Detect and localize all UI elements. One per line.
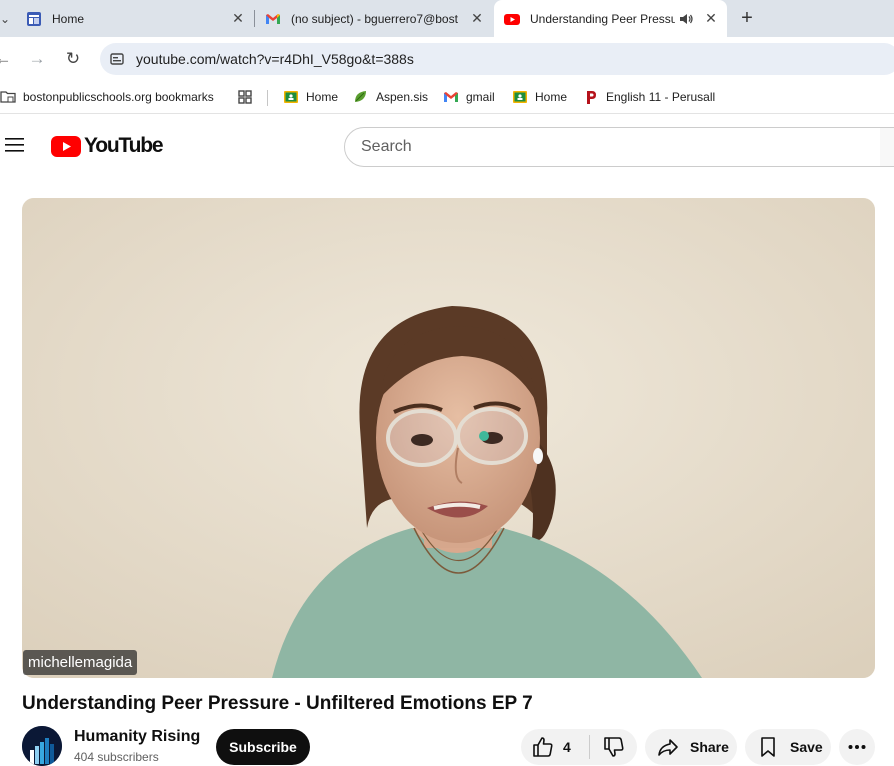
- tab-close-icon[interactable]: ✕: [469, 10, 485, 27]
- bookmark-home-2[interactable]: Home: [512, 89, 567, 105]
- aspen-leaf-icon: [355, 91, 366, 102]
- forward-arrow-icon[interactable]: →: [26, 48, 48, 70]
- browser-toolbar: ← → ↻ youtube.com/watch?v=r4DhI_V58go&t=…: [0, 37, 894, 81]
- dislike-button[interactable]: [590, 735, 626, 759]
- new-tab-plus-icon[interactable]: +: [736, 7, 758, 29]
- participant-name-overlay: michellemagida: [23, 650, 138, 675]
- youtube-wordmark: YouTube: [84, 134, 164, 157]
- channel-name[interactable]: Humanity Rising: [74, 728, 200, 746]
- share-button[interactable]: Share: [645, 729, 737, 765]
- apps-grid-icon[interactable]: [237, 89, 260, 105]
- classroom-icon: [284, 91, 298, 103]
- bookmark-label: Aspen.sis: [376, 90, 429, 104]
- classroom-icon: [513, 91, 527, 103]
- bookmark-separator: [267, 90, 268, 106]
- humanity-rising-logo-icon: [22, 726, 62, 766]
- bookmark-gmail[interactable]: gmail: [443, 89, 495, 105]
- address-bar[interactable]: youtube.com/watch?v=r4DhI_V58go&t=388s: [100, 43, 894, 75]
- tab-strip: ⌄ Home ✕ (no subject) - bguerrero7@bost …: [0, 0, 894, 37]
- subscriber-count: 404 subscribers: [74, 750, 159, 764]
- bookmark-save-icon: [761, 737, 775, 757]
- tab-gmail[interactable]: (no subject) - bguerrero7@bost ✕: [265, 0, 485, 37]
- url-text: youtube.com/watch?v=r4DhI_V58go&t=388s: [136, 51, 414, 67]
- youtube-header: YouTube: [0, 118, 894, 174]
- video-player[interactable]: [22, 198, 875, 678]
- speaker-icon[interactable]: [679, 12, 693, 26]
- share-label: Share: [690, 739, 729, 755]
- search-box[interactable]: [344, 127, 881, 167]
- bookmarks-bar: bostonpublicschools.org bookmarks Home A…: [0, 81, 894, 114]
- thumbs-down-icon: [604, 737, 624, 757]
- apps-icon: [238, 90, 252, 104]
- youtube-icon: [504, 13, 520, 25]
- reload-icon[interactable]: ↻: [62, 48, 84, 70]
- gmail-icon: [444, 92, 458, 102]
- google-sites-icon: [27, 11, 41, 26]
- subscribe-button[interactable]: Subscribe: [216, 729, 310, 765]
- bookmark-label: Home: [306, 90, 339, 104]
- bookmark-aspen[interactable]: Aspen.sis: [353, 89, 428, 105]
- like-dislike-group: 4: [521, 729, 637, 765]
- youtube-play-logo-icon: [51, 135, 81, 157]
- bookmark-label: Home: [535, 90, 568, 104]
- search-input[interactable]: [361, 138, 880, 156]
- bookmark-perusall[interactable]: English 11 - Perusall: [583, 89, 715, 105]
- bookmark-label: English 11 - Perusall: [606, 90, 716, 104]
- perusall-icon: [587, 91, 596, 104]
- site-info-icon[interactable]: [109, 51, 125, 67]
- channel-avatar[interactable]: [22, 726, 62, 766]
- video-title: Understanding Peer Pressure - Unfiltered…: [22, 693, 533, 714]
- search-button[interactable]: [880, 127, 894, 167]
- managed-folder-icon: [0, 91, 16, 103]
- tab-close-icon[interactable]: ✕: [230, 10, 246, 27]
- like-count: 4: [563, 739, 571, 755]
- tab-title: Understanding Peer Pressu: [530, 11, 675, 26]
- video-frame: [22, 198, 875, 678]
- back-arrow-icon[interactable]: ←: [0, 48, 14, 70]
- youtube-logo[interactable]: YouTube: [51, 134, 164, 157]
- bookmark-home-1[interactable]: Home: [283, 89, 338, 105]
- save-label: Save: [790, 739, 823, 755]
- thumbs-up-icon: [533, 737, 553, 757]
- more-actions-button[interactable]: [839, 729, 875, 765]
- more-horizontal-icon: [848, 745, 866, 749]
- tab-title: Home: [52, 11, 85, 26]
- bookmark-label: bostonpublicschools.org bookmarks: [23, 90, 214, 104]
- bookmark-folder-bps[interactable]: bostonpublicschools.org bookmarks: [0, 89, 214, 105]
- tab-home[interactable]: Home ✕: [26, 0, 246, 37]
- save-button[interactable]: Save: [745, 729, 831, 765]
- tab-title: (no subject) - bguerrero7@bost: [291, 11, 458, 26]
- like-button[interactable]: 4: [521, 735, 589, 759]
- tab-search-chevron-icon[interactable]: ⌄: [0, 8, 16, 30]
- gmail-icon: [266, 13, 280, 24]
- tab-youtube[interactable]: Understanding Peer Pressu ✕: [494, 0, 727, 37]
- share-arrow-icon: [658, 739, 678, 756]
- bookmark-label: gmail: [466, 90, 495, 104]
- tab-separator: [254, 10, 255, 27]
- tab-close-icon[interactable]: ✕: [703, 10, 719, 27]
- hamburger-menu-icon[interactable]: [5, 137, 25, 153]
